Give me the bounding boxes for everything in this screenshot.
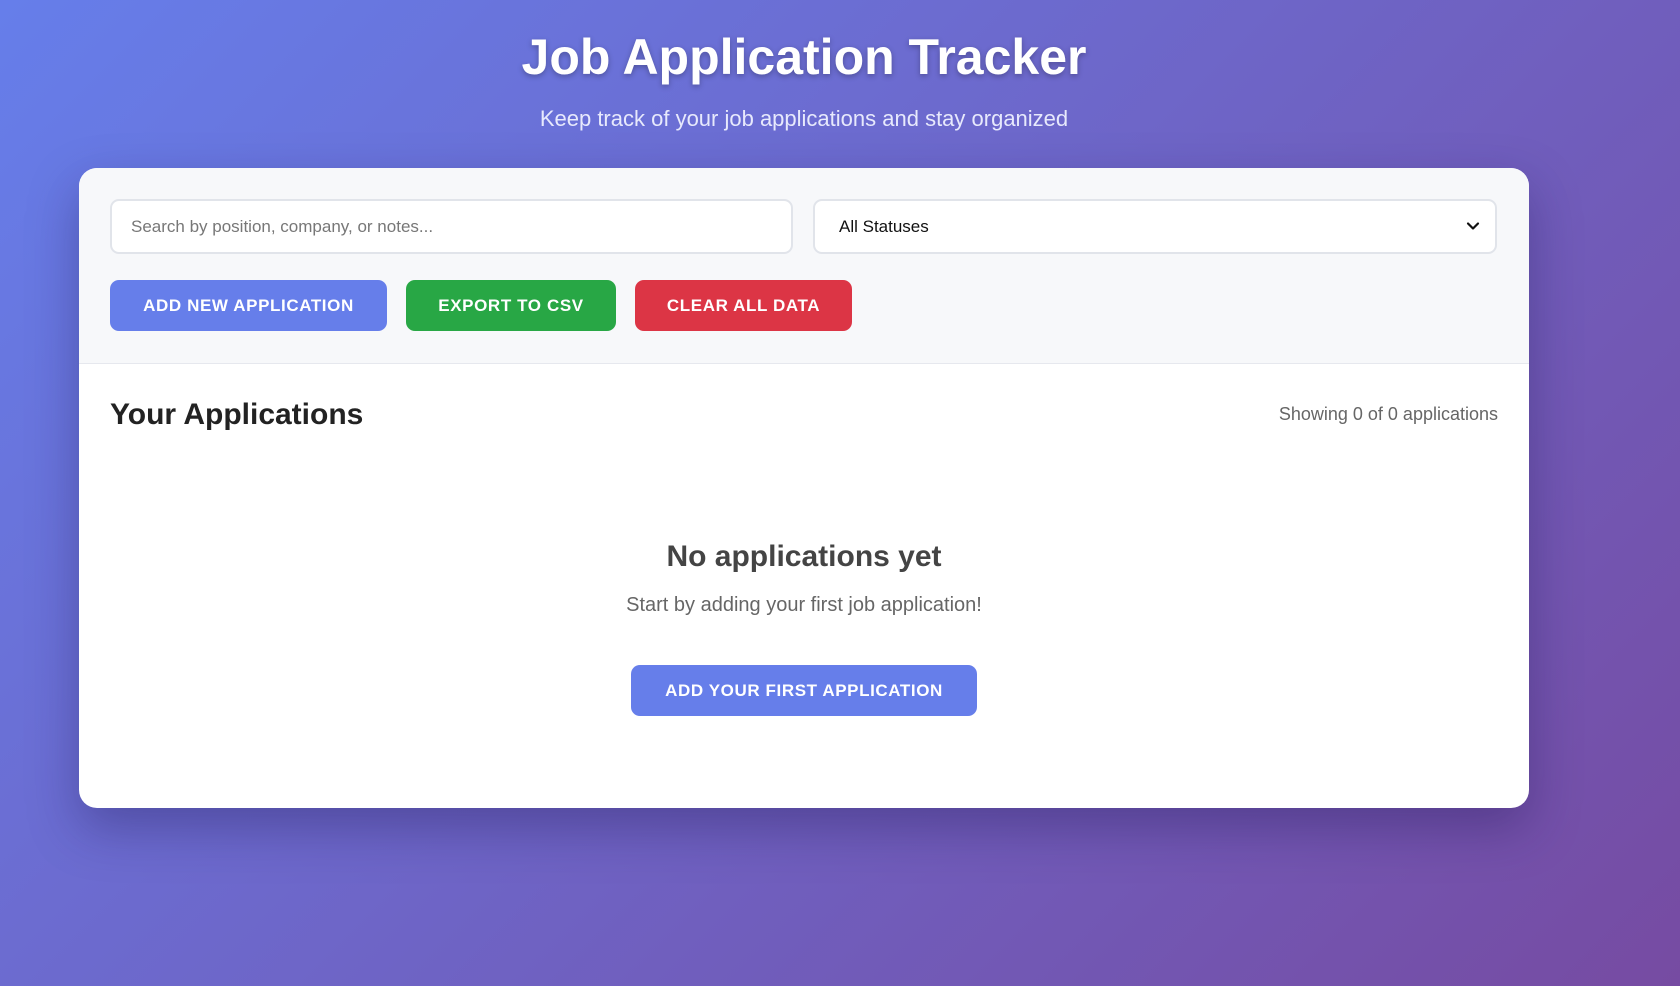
search-input[interactable]: [110, 199, 793, 254]
applications-count: Showing 0 of 0 applications: [1278, 404, 1498, 424]
add-new-application-button[interactable]: ADD NEW APPLICATION: [110, 280, 387, 331]
add-first-application-button[interactable]: ADD YOUR FIRST APPLICATION: [631, 665, 977, 716]
status-filter-value: All Statuses: [839, 216, 929, 236]
clear-all-data-button[interactable]: CLEAR ALL DATA: [635, 280, 852, 331]
controls-panel: All Statuses ADD NEW APPLICATION EXPORT …: [79, 168, 1529, 364]
main-card: All Statuses ADD NEW APPLICATION EXPORT …: [79, 168, 1529, 808]
chevron-down-icon: [1466, 222, 1480, 230]
empty-state: No applications yet Start by adding your…: [79, 539, 1529, 716]
page-subtitle: Keep track of your job applications and …: [539, 106, 1069, 131]
empty-state-text: Start by adding your first job applicati…: [626, 594, 982, 616]
export-csv-button[interactable]: EXPORT TO CSV: [406, 280, 616, 331]
applications-section: Your Applications Showing 0 of 0 applica…: [79, 364, 1529, 808]
section-title: Your Applications: [110, 398, 364, 431]
empty-state-title: No applications yet: [666, 540, 942, 573]
page-title: Job Application Tracker: [521, 29, 1087, 85]
status-filter-select[interactable]: All Statuses: [813, 199, 1497, 254]
page-header: Job Application Tracker Keep track of yo…: [0, 0, 1608, 132]
